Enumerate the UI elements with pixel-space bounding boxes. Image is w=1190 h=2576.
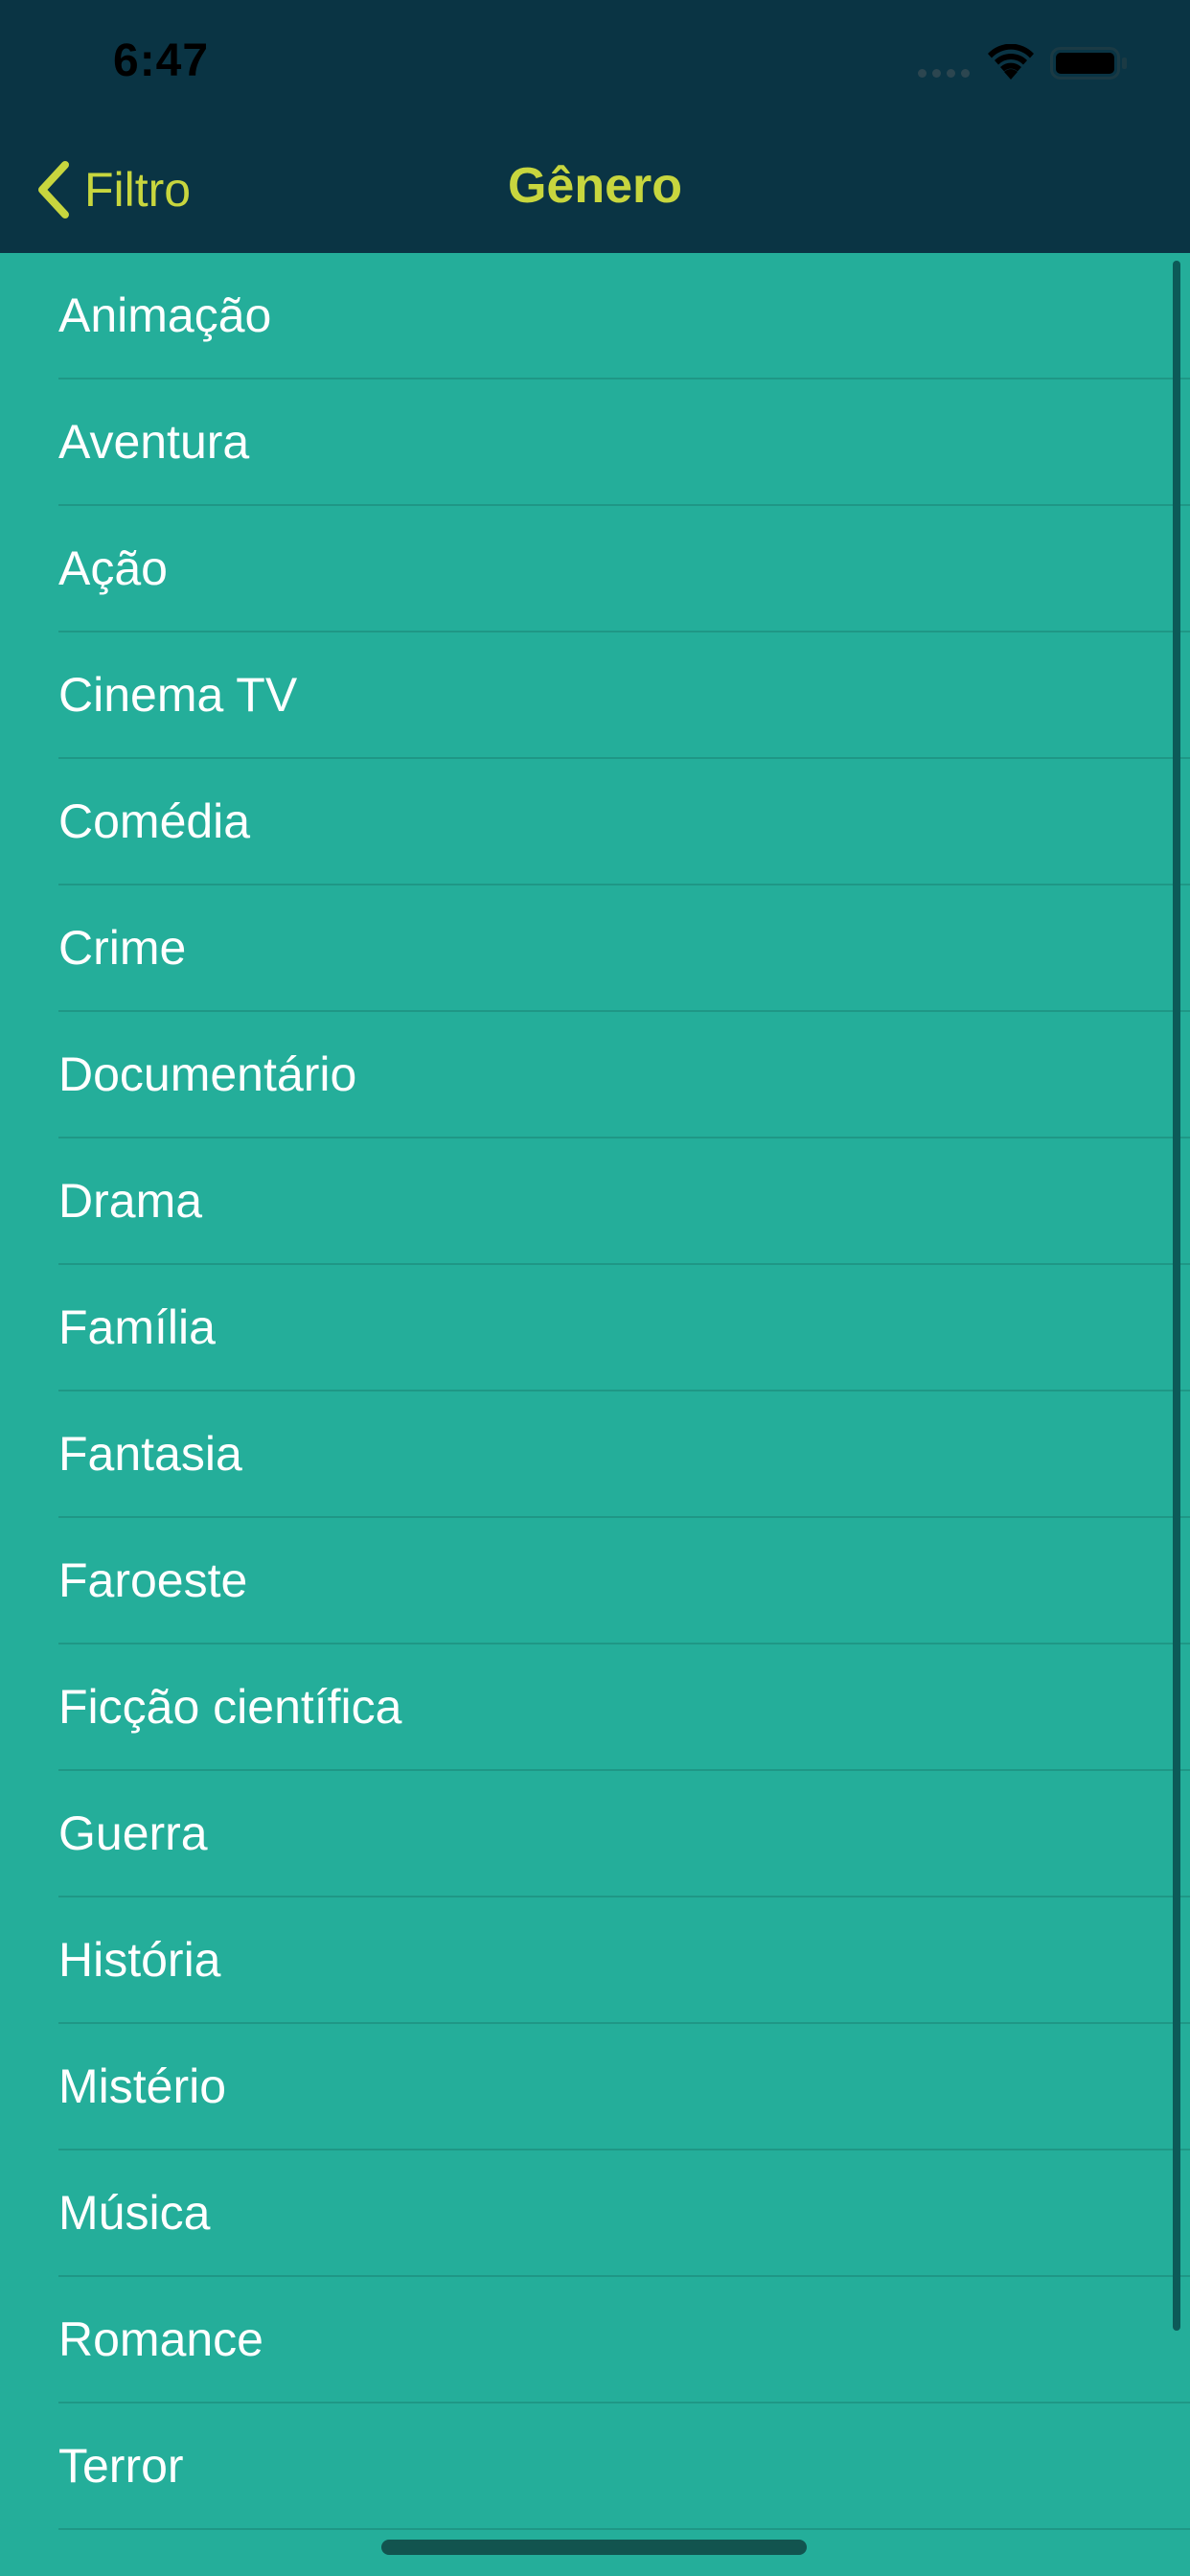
genre-label: Documentário xyxy=(58,1047,357,1101)
genre-label: Crime xyxy=(58,921,187,975)
battery-icon xyxy=(1050,47,1127,80)
status-time: 6:47 xyxy=(113,35,210,86)
genre-item[interactable]: Ação xyxy=(0,506,1190,632)
genre-item[interactable]: Guerra xyxy=(0,1771,1190,1898)
genre-list: Animação Aventura Ação Cinema TV Comédia… xyxy=(0,253,1190,2576)
genre-item[interactable]: Família xyxy=(0,1265,1190,1392)
genre-item[interactable]: Crime xyxy=(0,886,1190,1012)
genre-label: Guerra xyxy=(58,1806,208,1860)
genre-item[interactable]: Mistério xyxy=(0,2024,1190,2150)
genre-label: Faroeste xyxy=(58,1553,248,1607)
genre-item[interactable]: Terror xyxy=(0,2404,1190,2530)
wifi-icon xyxy=(988,44,1034,80)
genre-item[interactable]: História xyxy=(0,1898,1190,2024)
cellular-signal-icon xyxy=(918,69,970,78)
genre-label: Fantasia xyxy=(58,1427,242,1481)
genre-label: História xyxy=(58,1933,221,1987)
scroll-indicator[interactable] xyxy=(1173,261,1180,2331)
genre-item[interactable]: Música xyxy=(0,2150,1190,2277)
genre-item[interactable]: Drama xyxy=(0,1138,1190,1265)
genre-item[interactable]: Fantasia xyxy=(0,1392,1190,1518)
genre-label: Drama xyxy=(58,1174,203,1228)
genre-item[interactable]: Faroeste xyxy=(0,1518,1190,1644)
genre-label: Ação xyxy=(58,541,168,595)
genre-label: Animação xyxy=(58,288,272,342)
genre-label: Cinema TV xyxy=(58,668,298,722)
page-title: Gênero xyxy=(507,158,683,214)
genre-label: Ficção científica xyxy=(58,1680,402,1734)
genre-label: Música xyxy=(58,2186,211,2240)
home-indicator[interactable] xyxy=(381,2540,807,2555)
genre-item[interactable]: Cinema TV xyxy=(0,632,1190,759)
genre-label: Família xyxy=(58,1300,216,1354)
genre-item[interactable]: Aventura xyxy=(0,380,1190,506)
genre-label: Aventura xyxy=(58,415,250,469)
genre-item[interactable]: Documentário xyxy=(0,1012,1190,1138)
separator xyxy=(58,2528,1190,2530)
genre-label: Romance xyxy=(58,2312,263,2366)
genre-label: Terror xyxy=(58,2439,184,2493)
genre-label: Comédia xyxy=(58,794,251,848)
genre-item[interactable]: Romance xyxy=(0,2277,1190,2404)
genre-label: Mistério xyxy=(58,2059,227,2113)
genre-item[interactable]: Ficção científica xyxy=(0,1644,1190,1771)
genre-item[interactable]: Animação xyxy=(0,253,1190,380)
navigation-header: 6:47 Filtro Gênero xyxy=(0,0,1190,253)
genre-item[interactable]: Comédia xyxy=(0,759,1190,886)
